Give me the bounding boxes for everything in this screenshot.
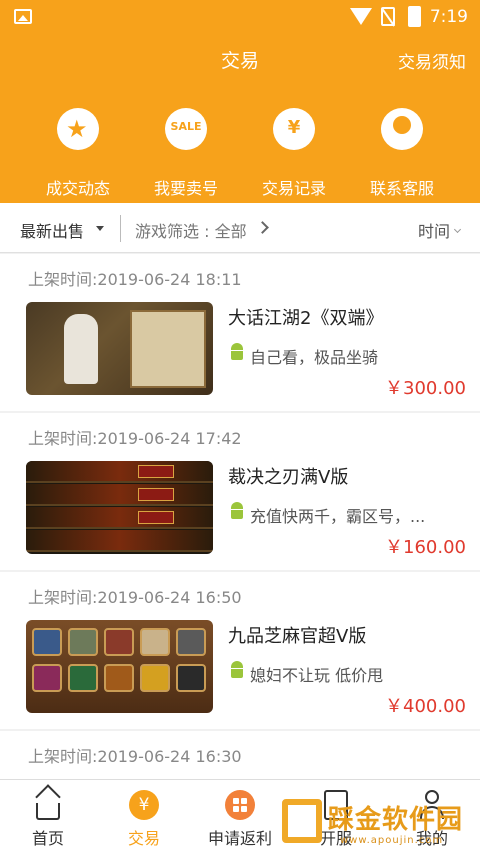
android-icon [229,661,245,678]
watermark: 踩金软件园 www.apoujin.com [278,795,474,851]
android-icon [229,502,245,519]
sale-tag-icon: SALE [165,108,207,150]
image-notification-icon [14,9,32,24]
quick-action-label: 联系客服 [369,179,434,198]
quick-action-label: 交易记录 [261,179,326,198]
star-badge-icon: ★ [57,108,99,150]
no-sim-icon [381,7,395,26]
nav-label: 交易 [127,829,160,848]
app-screen: 7:19 交易 交易须知 ★ 成交动态 SALE 我要卖号 ¥ 交易记录 联系客… [0,0,480,853]
quick-action-label: 成交动态 [45,179,110,198]
filter-divider [120,215,121,242]
listing-price: ￥400.00 [385,696,466,717]
listing-date: 上架时间:2019-06-24 16:30 [28,747,242,766]
listing-title: 九品芝麻官超V版 [228,626,367,647]
listing-price: ￥160.00 [385,537,466,558]
quick-actions: ★ 成交动态 SALE 我要卖号 ¥ 交易记录 联系客服 [0,108,480,200]
watermark-url: www.apoujin.com [340,835,444,846]
listing-date: 上架时间:2019-06-24 17:42 [28,429,242,448]
battery-icon [408,6,421,27]
grid-icon [225,790,255,820]
caret-down-icon [96,226,104,231]
quick-action-sell[interactable]: SALE 我要卖号 [131,108,241,199]
android-icon [229,343,245,360]
home-icon [35,784,61,820]
yen-icon: ¥ [129,790,159,820]
listing-thumbnail [26,302,213,395]
quick-action-label: 我要卖号 [153,179,218,198]
listing-title: 裁决之刃满V版 [228,467,349,488]
listing-price: ￥300.00 [385,378,466,399]
trade-notice-link[interactable]: 交易须知 [398,48,466,73]
yen-record-icon: ¥ [273,108,315,150]
listing-card[interactable]: 上架时间:2019-06-24 16:30 [0,731,480,779]
watermark-text: 踩金软件园 [328,805,464,835]
listing-card[interactable]: 上架时间:2019-06-24 17:42 裁决之刃满V版 充值快两千，霸区号，… [0,413,480,570]
headset-icon [381,108,423,150]
nav-home[interactable]: 首页 [0,780,96,853]
listing-thumbnail [26,461,213,554]
watermark-logo-icon [282,799,322,843]
listing-date: 上架时间:2019-06-24 18:11 [28,270,242,289]
listing-card[interactable]: 上架时间:2019-06-24 16:50 九品芝麻官超V版 媳妇不让玩 低价甩… [0,572,480,729]
filter-bar: 最新出售 游戏筛选 : 全部 时间 [0,203,480,253]
listing-description: 媳妇不让玩 低价甩 [250,666,384,685]
nav-rebate[interactable]: 申请返利 [192,780,288,853]
header-area: 7:19 交易 交易须知 ★ 成交动态 SALE 我要卖号 ¥ 交易记录 联系客… [0,0,480,203]
sort-time-button[interactable]: 时间 [418,218,450,242]
status-bar: 7:19 [0,0,480,34]
sort-latest-dropdown[interactable]: 最新出售 [20,218,84,242]
nav-label: 申请返利 [207,829,272,848]
game-filter-button[interactable]: 游戏筛选 : 全部 [135,218,247,242]
status-time: 7:19 [429,7,468,27]
quick-action-records[interactable]: ¥ 交易记录 [239,108,349,199]
nav-trade[interactable]: ¥ 交易 [96,780,192,853]
listing-title: 大话江湖2《双端》 [228,308,384,329]
nav-label: 首页 [31,829,64,848]
chevron-down-icon [453,225,462,234]
listing-date: 上架时间:2019-06-24 16:50 [28,588,242,607]
listing-card[interactable]: 上架时间:2019-06-24 18:11 大话江湖2《双端》 自己看，极品坐骑… [0,254,480,411]
chevron-right-icon [256,221,269,234]
listing-description: 自己看，极品坐骑 [250,348,379,367]
quick-action-support[interactable]: 联系客服 [347,108,457,199]
listing-list: 上架时间:2019-06-24 18:11 大话江湖2《双端》 自己看，极品坐骑… [0,254,480,779]
wifi-icon [350,8,372,25]
listing-description: 充值快两千，霸区号，... [250,507,426,526]
listing-thumbnail [26,620,213,713]
quick-action-deals[interactable]: ★ 成交动态 [23,108,133,199]
